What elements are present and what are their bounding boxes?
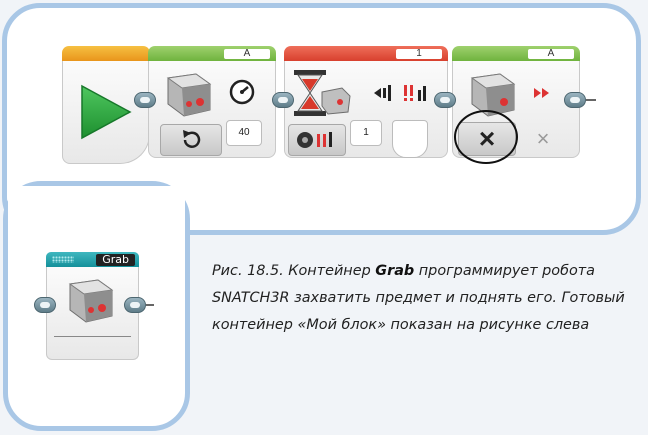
my-block-divider: [54, 336, 131, 337]
motor-port-tag[interactable]: A: [224, 49, 270, 59]
wait-block[interactable]: 1 1: [284, 46, 448, 158]
power-value[interactable]: 40: [226, 120, 262, 146]
caption-bold: Grab: [375, 263, 415, 279]
stop-motor-block[interactable]: A × ×: [452, 46, 580, 164]
reset-rotation-param[interactable]: [160, 124, 222, 156]
grip-dots: [52, 256, 74, 263]
sensor-icon: [321, 87, 351, 115]
caption-prefix: Рис. 18.5. Контейнер: [212, 263, 376, 279]
compare-icon[interactable]: [372, 84, 396, 102]
my-block-out-plug[interactable]: [124, 297, 146, 313]
sequence-tail: [586, 99, 596, 101]
rotate-icon: [183, 130, 201, 148]
motor-icon: [166, 73, 212, 117]
start-block-bar: [62, 46, 150, 61]
play-triangle-icon[interactable]: [76, 82, 136, 142]
stop-port-tag[interactable]: A: [528, 49, 574, 59]
frame-overlap: [8, 186, 185, 226]
infrared-sensor-icon: [297, 132, 332, 148]
sequence-plug[interactable]: [564, 92, 586, 108]
wait-output-slot[interactable]: [392, 120, 428, 158]
my-block-tail: [146, 304, 154, 306]
disabled-param: ×: [536, 126, 550, 151]
speedometer-icon[interactable]: [228, 78, 256, 106]
wait-value[interactable]: 1: [350, 120, 382, 146]
sensor-mode-param[interactable]: [288, 124, 346, 156]
sequence-plug[interactable]: [272, 92, 294, 108]
sequence-plug[interactable]: [434, 92, 456, 108]
motor-block[interactable]: A 40: [148, 46, 276, 158]
motor-icon: [68, 279, 114, 323]
my-block-label: Grab: [96, 254, 135, 266]
sequence-plug[interactable]: [134, 92, 156, 108]
my-block-in-plug[interactable]: [34, 297, 56, 313]
signal-icon[interactable]: [402, 84, 430, 102]
highlight-circle: [454, 110, 518, 164]
wait-port-tag[interactable]: 1: [396, 49, 442, 59]
my-block-bar: Grab: [46, 252, 139, 267]
off-mode-icon[interactable]: [532, 86, 554, 100]
figure-caption: Рис. 18.5. Контейнер Grab программирует …: [212, 258, 632, 339]
